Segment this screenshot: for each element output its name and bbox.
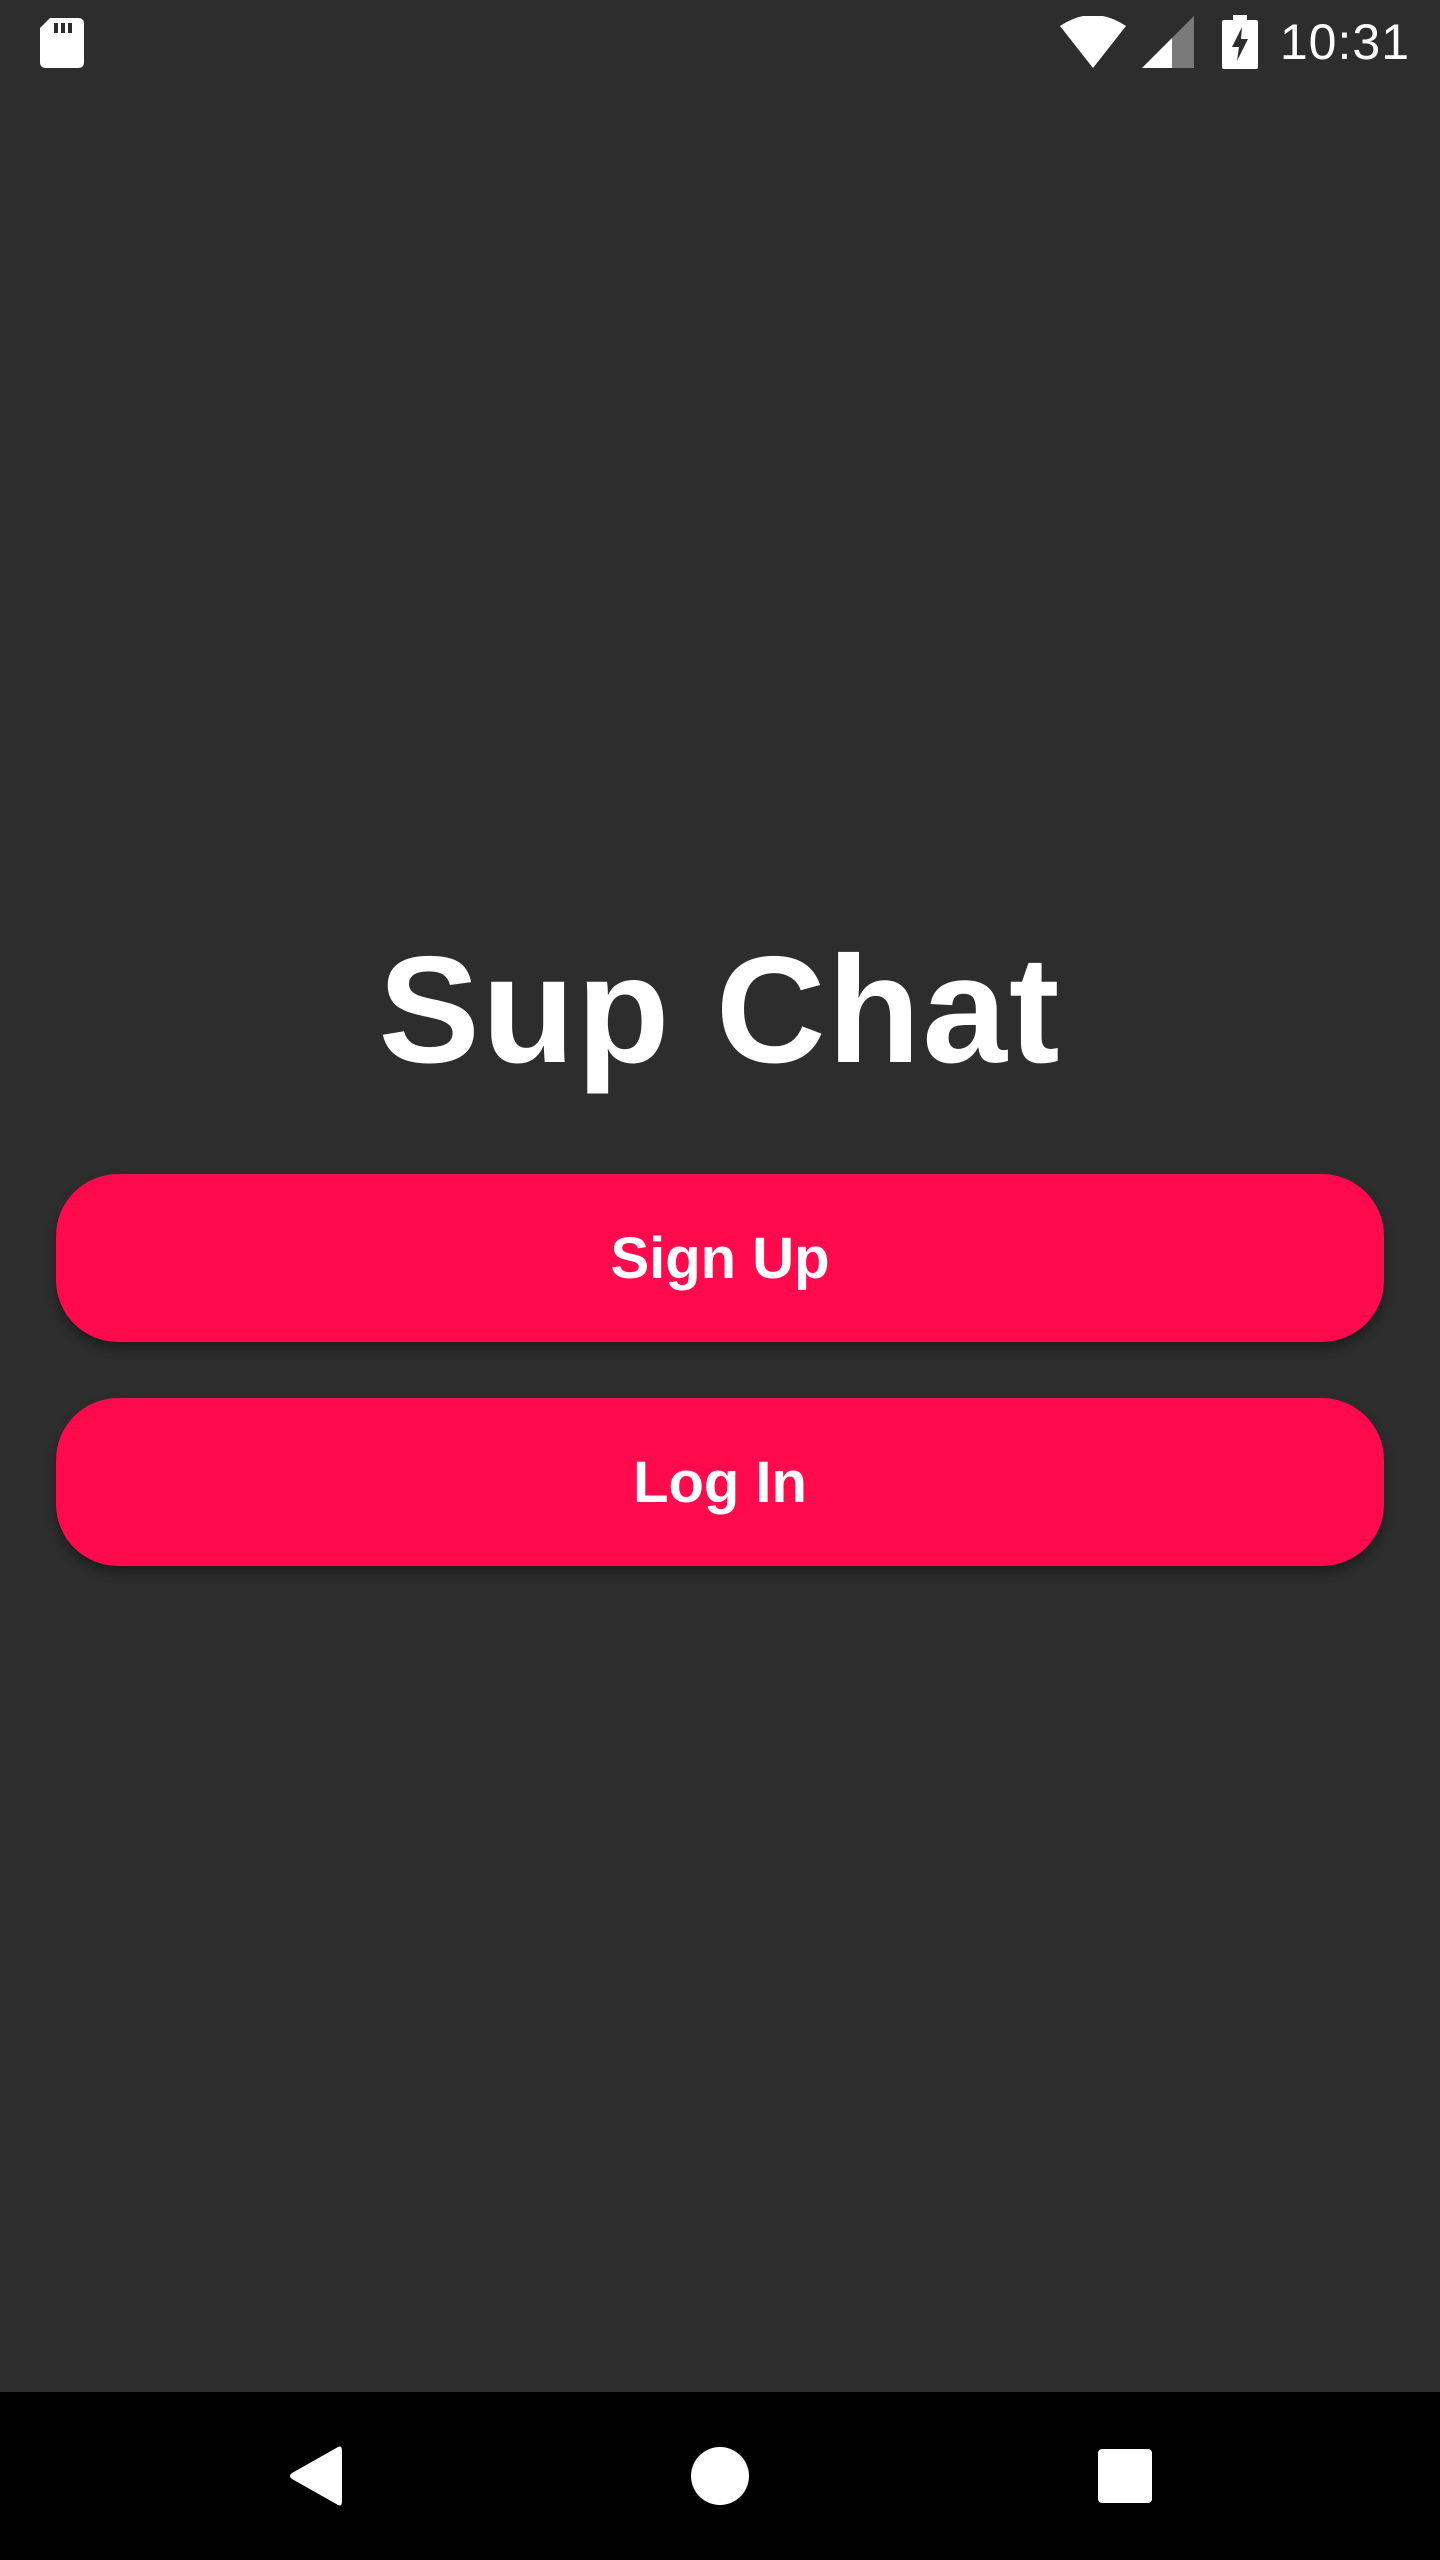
welcome-screen: 10:31 Sup Chat Sign Up Log In: [0, 0, 1440, 2560]
status-clock: 10:31: [1279, 14, 1410, 70]
recents-button[interactable]: [1025, 2392, 1225, 2560]
app-title: Sup Chat: [378, 925, 1062, 1095]
cell-signal-icon: [1141, 16, 1194, 68]
home-button[interactable]: [620, 2392, 820, 2560]
back-icon: [290, 2446, 342, 2506]
home-icon: [691, 2447, 749, 2505]
battery-charging-icon: [1221, 15, 1258, 69]
recents-icon: [1098, 2449, 1152, 2503]
sign-up-button[interactable]: Sign Up: [56, 1174, 1384, 1342]
status-bar: 10:31: [0, 0, 1440, 84]
wifi-icon: [1059, 16, 1126, 68]
navigation-bar: [0, 2392, 1440, 2560]
sd-card-icon: [40, 18, 84, 68]
status-icons: 10:31: [1059, 0, 1410, 84]
log-in-button[interactable]: Log In: [56, 1398, 1384, 1566]
back-button[interactable]: [215, 2392, 415, 2560]
